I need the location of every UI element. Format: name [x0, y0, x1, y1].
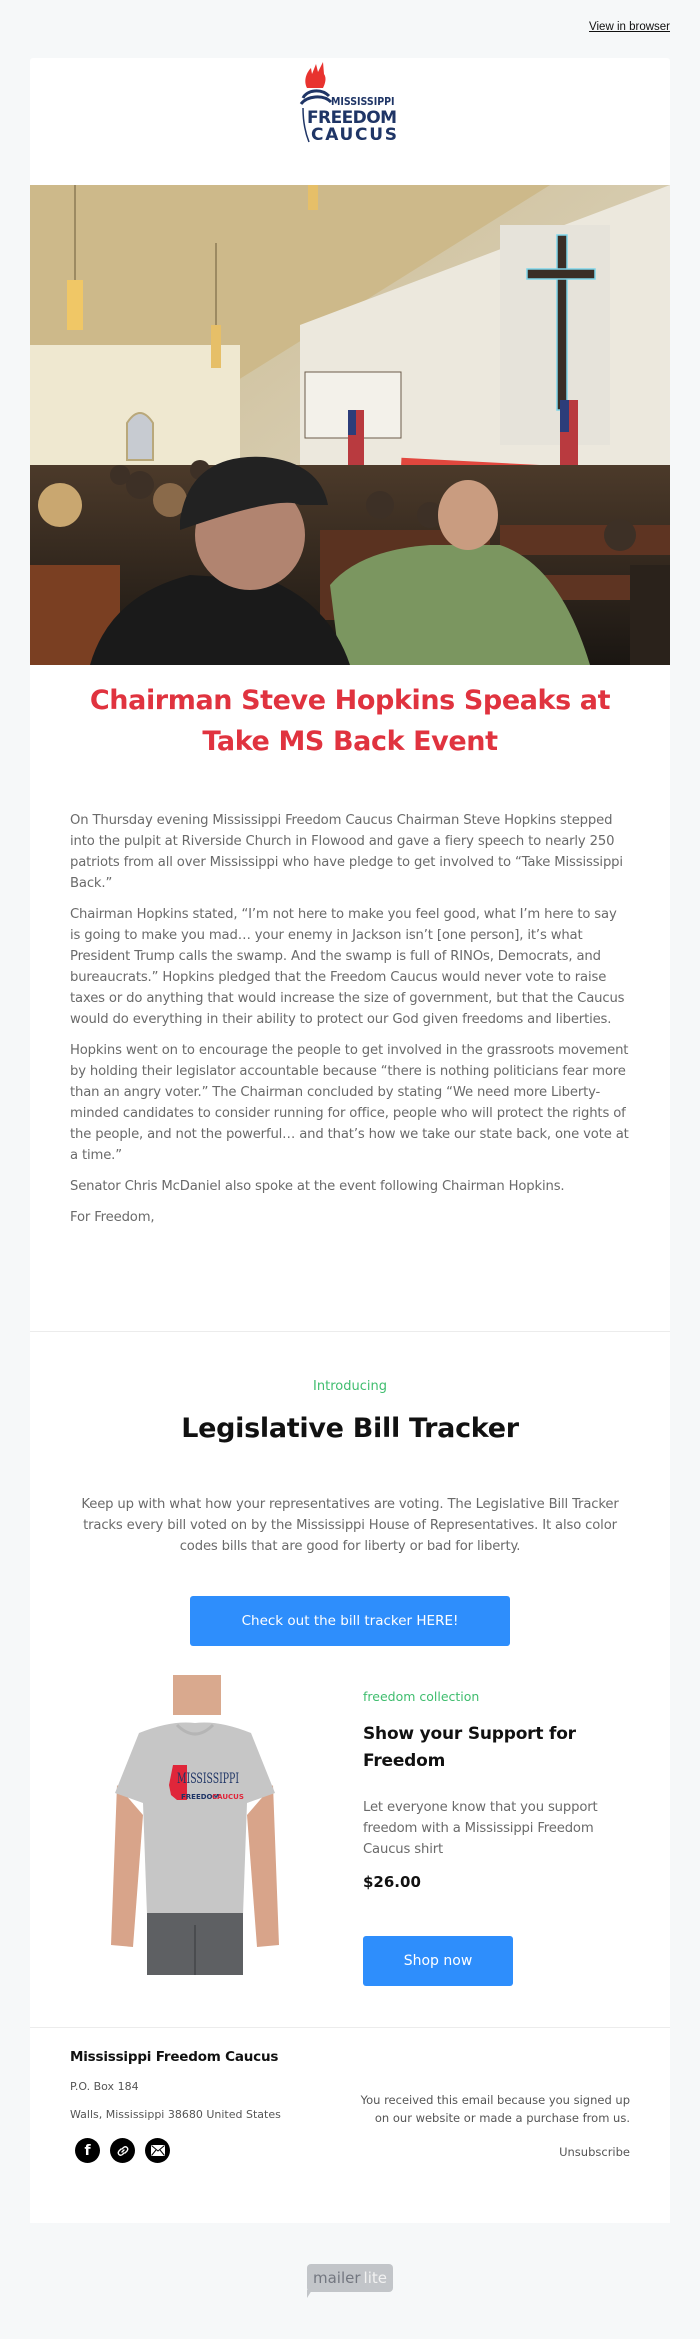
link-glyph	[117, 2145, 128, 2156]
footer-address-line1: P.O. Box 184	[70, 2080, 139, 2093]
facebook-glyph: f	[84, 2142, 91, 2159]
article-paragraph: On Thursday evening Mississippi Freedom …	[70, 813, 623, 891]
mailerlite-word-mailer: mailer	[313, 2269, 361, 2287]
hero-image: CALLING AMERICA BACK TO	[30, 185, 670, 665]
mailerlite-word-lite: lite	[363, 2269, 387, 2287]
shirt-print-line1: MISSISSIPPI	[177, 1771, 239, 1787]
top-bar: View in browser	[0, 0, 700, 58]
article-paragraph: Hopkins went on to encourage the people …	[70, 1043, 629, 1163]
article-body: On Thursday evening Mississippi Freedom …	[70, 810, 630, 1238]
article-signoff: For Freedom,	[70, 1210, 155, 1225]
facebook-icon[interactable]: f	[75, 2138, 100, 2163]
shop-now-button[interactable]: Shop now	[363, 1936, 513, 1986]
article-paragraph: Senator Chris McDaniel also spoke at the…	[70, 1179, 565, 1194]
mailerlite-badge[interactable]: mailer lite	[307, 2264, 393, 2292]
shirt-print-line2b: CAUCUS	[212, 1793, 244, 1801]
tracker-title: Legislative Bill Tracker	[181, 1413, 519, 1444]
product-title: Show your Support for Freedom	[363, 1724, 576, 1771]
article-paragraph: Chairman Hopkins stated, “I’m not here t…	[70, 907, 625, 1027]
envelope-glyph	[150, 2145, 165, 2156]
logo-header: MISSISSIPPI FREEDOM CAUCUS	[30, 58, 670, 185]
unsubscribe-link[interactable]: Unsubscribe	[559, 2145, 630, 2159]
product-description: Let everyone know that you support freed…	[363, 1800, 598, 1857]
email-icon[interactable]	[145, 2138, 170, 2163]
email-card: MISSISSIPPI FREEDOM CAUCUS Chairman Stev…	[30, 58, 670, 2223]
tracker-description: Keep up with what how your representativ…	[81, 1497, 619, 1554]
product-image: MISSISSIPPI FREEDOM CAUCUS	[81, 1675, 309, 1975]
bill-tracker-button[interactable]: Check out the bill tracker HERE!	[190, 1596, 510, 1646]
link-icon[interactable]	[110, 2138, 135, 2163]
logo-graphic: MISSISSIPPI FREEDOM CAUCUS	[299, 62, 397, 145]
logo-line3: CAUCUS	[311, 125, 397, 145]
mailerlite-badge-tail	[307, 2290, 312, 2298]
footer-address-line2: Walls, Mississippi 38680 United States	[70, 2108, 281, 2121]
logo-line1: MISSISSIPPI	[331, 96, 395, 108]
product-eyebrow: freedom collection	[363, 1689, 480, 1704]
view-in-browser-link[interactable]: View in browser	[589, 21, 670, 33]
section-divider	[30, 1331, 670, 1332]
footer-org-name: Mississippi Freedom Caucus	[70, 2049, 279, 2065]
flame-icon	[305, 62, 326, 88]
tracker-eyebrow: Introducing	[313, 1379, 387, 1394]
footer-divider	[30, 2027, 670, 2028]
footer-notice: You received this email because you sign…	[360, 2093, 630, 2125]
article-headline: Chairman Steve Hopkins Speaks at Take MS…	[89, 685, 611, 757]
cross	[556, 234, 568, 411]
social-links: f	[75, 2138, 170, 2163]
product-price: $26.00	[363, 1873, 421, 1891]
